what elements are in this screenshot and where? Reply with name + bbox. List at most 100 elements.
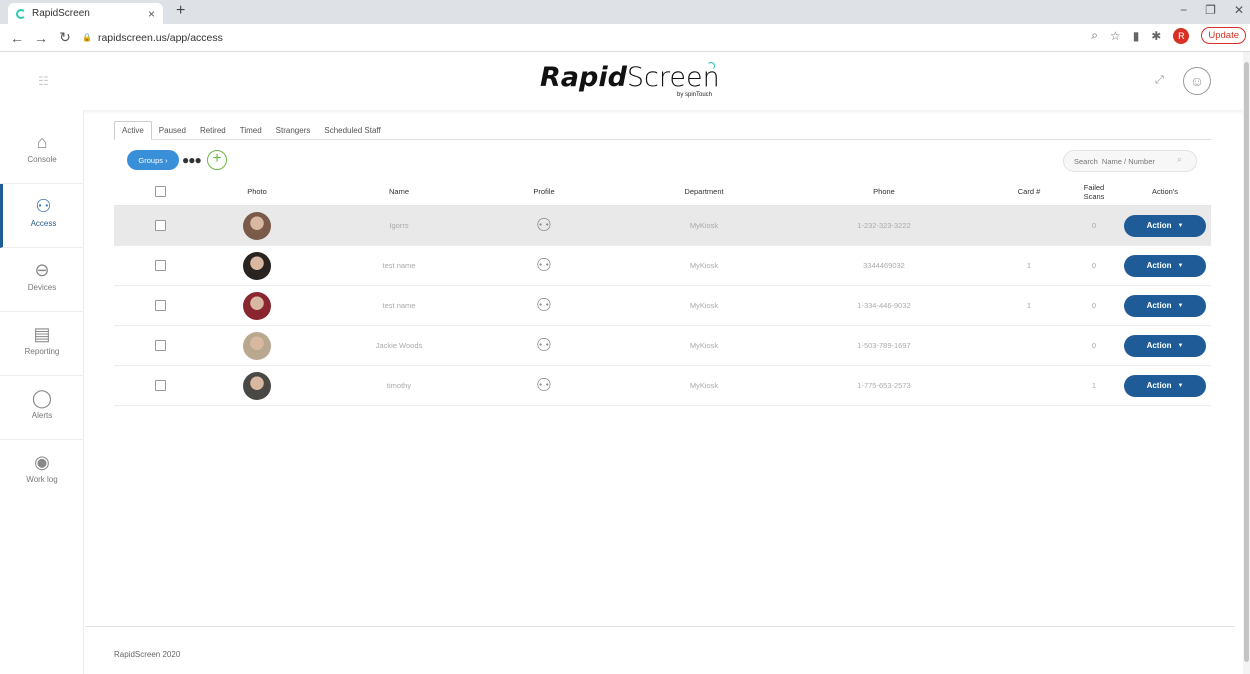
profile-avatar[interactable]: R <box>1173 27 1190 44</box>
sidebar: ⌂ Console ⚇ Access ⊖ Devices ▤ Reporting… <box>0 110 84 674</box>
sidebar-item-devices[interactable]: ⊖ Devices <box>0 248 84 312</box>
forward-icon[interactable]: → <box>34 30 48 46</box>
sidebar-item-label: Reporting <box>24 347 60 356</box>
header-card: Card # <box>1017 187 1041 196</box>
tab-scheduled-staff[interactable]: Scheduled Staff <box>317 122 387 139</box>
close-window-icon[interactable]: ✕ <box>1234 3 1244 17</box>
url-field[interactable]: 🔒 rapidscreen.us/app/access <box>82 32 223 44</box>
row-checkbox[interactable] <box>154 260 166 271</box>
row-select-cell <box>150 206 170 245</box>
close-tab-icon[interactable]: × <box>148 7 155 21</box>
table-row[interactable]: test name ⚇ MyKiosk 3344469032 1 0 Actio… <box>114 246 1211 286</box>
row-checkbox[interactable] <box>154 300 166 311</box>
minimize-icon[interactable]: − <box>1180 3 1187 17</box>
failed-scans-cell: 0 <box>1091 261 1097 270</box>
table-row[interactable]: Jackie Woods ⚇ MyKiosk 1-503-789-1697 0 … <box>114 326 1211 366</box>
card-cell <box>1009 326 1049 365</box>
table-row[interactable]: test name ⚇ MyKiosk 1-334-446-9032 1 0 A… <box>114 286 1211 326</box>
profile-icon[interactable]: ⚇ <box>536 215 552 236</box>
sidebar-item-label: Work log <box>26 475 58 484</box>
header-photo: Photo <box>247 187 267 196</box>
sidebar-item-reporting[interactable]: ▤ Reporting <box>0 312 84 376</box>
sidebar-item-work-log[interactable]: ◉ Work log <box>0 440 84 504</box>
photo-cell <box>227 206 287 245</box>
tab-active[interactable]: Active <box>114 121 152 140</box>
report-icon: ▤ <box>33 324 51 344</box>
action-dropdown-button[interactable]: Action ▼ <box>1124 334 1206 357</box>
avatar <box>243 251 271 280</box>
department-cell: MyKiosk <box>689 301 719 310</box>
name-cell: timothy <box>386 381 412 390</box>
caret-down-icon: ▼ <box>1177 342 1184 349</box>
sidebar-item-label: Devices <box>27 283 57 292</box>
zoom-icon[interactable]: ⌕ <box>1091 28 1098 43</box>
update-button[interactable]: Update <box>1201 27 1246 44</box>
row-checkbox[interactable] <box>154 340 166 351</box>
table-row[interactable]: Igorrs ⚇ MyKiosk 1-232-323-3222 0 Action… <box>114 206 1211 246</box>
row-checkbox[interactable] <box>154 220 166 231</box>
logo-bold-text: Rapid <box>540 62 627 93</box>
more-options-icon[interactable]: ●●● <box>182 153 202 167</box>
photo-cell <box>227 366 287 405</box>
restore-icon[interactable]: ❐ <box>1205 3 1216 17</box>
department-cell: MyKiosk <box>689 221 719 230</box>
new-tab-button[interactable]: + <box>176 2 185 20</box>
header-phone[interactable]: Phone <box>824 178 944 205</box>
star-icon[interactable]: ☆ <box>1110 29 1121 43</box>
row-select-cell <box>150 366 170 405</box>
sidebar-item-label: Access <box>30 219 57 228</box>
sidebar-item-label: Console <box>27 155 57 164</box>
sidebar-item-alerts[interactable]: ◯ Alerts <box>0 376 84 440</box>
profile-cell: ⚇ <box>504 326 584 365</box>
reload-icon[interactable]: ↻ <box>58 29 72 46</box>
scrollbar-thumb[interactable] <box>1244 62 1249 662</box>
add-user-button[interactable]: + <box>207 150 227 170</box>
user-avatar-icon[interactable]: ☺ <box>1183 67 1211 95</box>
phone-cell: 1-503-789-1697 <box>857 341 911 350</box>
header-failed-scans: Failed Scans <box>1083 182 1105 201</box>
header-name[interactable]: Name <box>349 178 449 205</box>
action-dropdown-button[interactable]: Action ▼ <box>1124 374 1206 397</box>
profile-icon[interactable]: ⚇ <box>536 335 552 356</box>
failed-scans-cell: 0 <box>1091 221 1097 230</box>
page-scrollbar[interactable] <box>1243 52 1250 674</box>
access-table: Photo Name Profile Department Phone Card… <box>114 178 1211 406</box>
extension-icon[interactable]: ▮ <box>1133 29 1140 43</box>
tab-retired[interactable]: Retired <box>193 122 233 139</box>
action-label: Action <box>1146 261 1172 270</box>
header-department[interactable]: Department <box>634 178 774 205</box>
select-all-checkbox[interactable] <box>154 186 166 197</box>
sidebar-item-console[interactable]: ⌂ Console <box>0 120 84 184</box>
action-dropdown-button[interactable]: Action ▼ <box>1124 294 1206 317</box>
back-icon[interactable]: ← <box>10 30 24 46</box>
search-icon[interactable]: ⌕ <box>1177 154 1182 165</box>
profile-icon[interactable]: ⚇ <box>536 295 552 316</box>
row-select-cell <box>150 286 170 325</box>
browser-tab[interactable]: RapidScreen × <box>8 3 163 24</box>
action-dropdown-button[interactable]: Action ▼ <box>1124 254 1206 277</box>
puzzle-icon[interactable]: ✱ <box>1151 29 1161 43</box>
menu-icon[interactable]: ☷ <box>38 74 49 88</box>
tab-strangers[interactable]: Strangers <box>269 122 318 139</box>
tab-paused[interactable]: Paused <box>152 122 193 139</box>
table-row[interactable]: timothy ⚇ MyKiosk 1-775-653-2573 1 Actio… <box>114 366 1211 406</box>
action-cell: Action ▼ <box>1124 286 1206 325</box>
row-select-cell <box>150 326 170 365</box>
logo-mark-icon <box>707 62 715 70</box>
avatar <box>243 371 271 400</box>
profile-icon[interactable]: ⚇ <box>536 255 552 276</box>
groups-button[interactable]: Groups › <box>127 150 179 170</box>
tab-timed[interactable]: Timed <box>233 122 269 139</box>
action-dropdown-button[interactable]: Action ▼ <box>1124 214 1206 237</box>
failed-scans-cell: 1 <box>1091 381 1097 390</box>
sidebar-item-access[interactable]: ⚇ Access <box>0 184 84 248</box>
avatar <box>243 331 271 360</box>
row-checkbox[interactable] <box>154 380 166 391</box>
fullscreen-icon[interactable]: ⤢ <box>1155 74 1164 87</box>
failed-scans-cell: 0 <box>1091 301 1097 310</box>
status-tabs: Active Paused Retired Timed Strangers Sc… <box>114 120 1211 140</box>
table-header: Photo Name Profile Department Phone Card… <box>114 178 1211 206</box>
name-cell: test name <box>382 261 416 270</box>
profile-icon[interactable]: ⚇ <box>536 375 552 396</box>
avatar <box>243 211 271 240</box>
